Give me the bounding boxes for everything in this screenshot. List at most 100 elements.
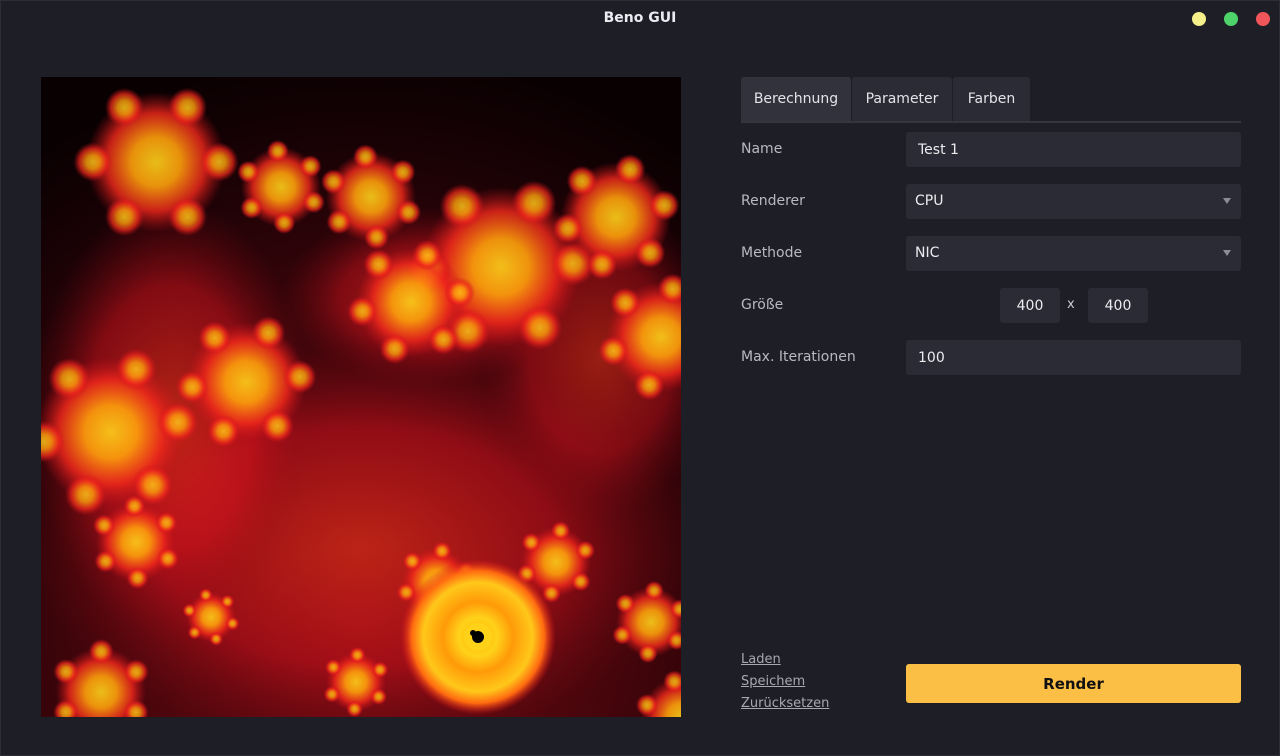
fractal-spiral-arm bbox=[566, 165, 598, 197]
fractal-spiral-arm bbox=[432, 541, 452, 561]
fractal-canvas bbox=[41, 77, 681, 717]
size-width-field[interactable] bbox=[1000, 288, 1060, 323]
fractal-spiral-arm bbox=[371, 661, 389, 679]
method-label: Methode bbox=[741, 245, 803, 261]
size-height-field[interactable] bbox=[1088, 288, 1148, 323]
fractal-spiral-arm bbox=[260, 409, 295, 443]
fractal-spiral-arm bbox=[123, 659, 149, 685]
fractal-spiral-arm bbox=[73, 142, 113, 182]
fractal-spiral-arm bbox=[155, 511, 178, 534]
renderer-value: CPU bbox=[915, 193, 944, 209]
fractal-spiral-arm bbox=[570, 571, 591, 592]
fractal-spiral-arm bbox=[53, 658, 79, 685]
close-button[interactable] bbox=[1256, 12, 1270, 26]
save-link[interactable]: Speichem bbox=[741, 674, 805, 689]
size-separator: x bbox=[1067, 297, 1075, 312]
fractal-spiral-arm bbox=[346, 295, 378, 327]
fractal-spiral-arm bbox=[198, 588, 213, 603]
fractal-spiral-arm bbox=[206, 414, 241, 448]
fractal-spiral-arm bbox=[104, 87, 145, 128]
reset-link[interactable]: Zurücksetzen bbox=[741, 696, 829, 711]
fractal-spiral-arm bbox=[614, 154, 646, 185]
name-label: Name bbox=[741, 141, 783, 157]
fractal-spiral-arm bbox=[209, 631, 224, 646]
fractal-spiral-arm bbox=[635, 693, 659, 717]
load-link[interactable]: Laden bbox=[741, 652, 781, 667]
fractal-spiral-arm bbox=[598, 335, 629, 367]
fractal-spiral-arm bbox=[251, 316, 286, 350]
fractal-spiral-arm bbox=[633, 369, 665, 401]
fractal-spiral-arm bbox=[273, 211, 296, 235]
fractal-spiral-arm bbox=[439, 184, 485, 229]
fractal-spiral-arm bbox=[220, 594, 235, 609]
fractal-spiral-arm bbox=[237, 160, 260, 184]
tab-bar: Berechnung Parameter Farben bbox=[741, 77, 1241, 123]
iterations-field[interactable] bbox=[906, 340, 1241, 375]
tab-berechnung[interactable]: Berechnung bbox=[741, 77, 851, 121]
fractal-spiral-arm bbox=[88, 638, 114, 665]
fractal-minibrot-head bbox=[470, 630, 476, 636]
method-value: NIC bbox=[915, 245, 940, 261]
fractal-spiral-arm bbox=[197, 321, 232, 355]
fractal-spiral-arm bbox=[167, 87, 208, 128]
fractal-spiral-arm bbox=[612, 625, 633, 645]
fractal-spiral-arm bbox=[395, 199, 422, 225]
fractal-spiral-arm bbox=[609, 287, 641, 319]
iterations-label: Max. Iterationen bbox=[741, 349, 856, 365]
fractal-spiral-arm bbox=[64, 473, 107, 516]
fractal-spiral-arm bbox=[182, 603, 197, 618]
fractal-spiral-arm bbox=[123, 494, 146, 518]
fractal-spiral-arm bbox=[240, 196, 263, 219]
fractal-spiral-arm bbox=[326, 209, 352, 235]
tab-parameter[interactable]: Parameter bbox=[852, 77, 952, 121]
fractal-spiral-arm bbox=[402, 551, 423, 572]
fractal-spiral-arm bbox=[320, 169, 347, 195]
method-select[interactable]: NIC bbox=[906, 236, 1241, 271]
fractal-spiral-arm bbox=[370, 688, 388, 706]
chevron-down-icon bbox=[1223, 250, 1231, 256]
render-button[interactable]: Render bbox=[906, 664, 1241, 703]
fractal-spiral-arm bbox=[156, 401, 199, 444]
fractal-spiral-arm bbox=[638, 643, 658, 664]
titlebar[interactable]: Beno GUI bbox=[1, 1, 1279, 37]
size-label: Größe bbox=[741, 297, 784, 313]
fractal-spiral-arm bbox=[104, 196, 145, 237]
fractal-spiral-arm bbox=[115, 348, 158, 391]
fractal-spiral-arm bbox=[411, 239, 443, 271]
fractal-spiral-arm bbox=[48, 357, 91, 400]
fractal-spiral-arm bbox=[427, 324, 459, 355]
fractal-spiral-arm bbox=[323, 685, 341, 703]
fractal-spiral-arm bbox=[282, 360, 317, 394]
fractal-spiral-arm bbox=[156, 547, 180, 570]
fractal-spiral-arm bbox=[363, 249, 395, 280]
minimize-button[interactable] bbox=[1192, 12, 1206, 26]
fractal-spiral-arm bbox=[92, 514, 116, 537]
fractal-spiral-arm bbox=[517, 305, 563, 350]
name-field[interactable] bbox=[906, 132, 1241, 167]
fractal-spiral-arm bbox=[199, 142, 239, 182]
fractal-spiral-arm bbox=[225, 616, 240, 631]
fractal-spiral-arm bbox=[352, 144, 379, 170]
fractal-spiral-arm bbox=[302, 190, 325, 214]
fractal-spiral-arm bbox=[615, 593, 636, 614]
fractal-spiral-arm bbox=[94, 550, 117, 573]
fractal-spiral-arm bbox=[379, 333, 411, 365]
app-window: Beno GUI Berechnung Parameter Farben Nam… bbox=[0, 0, 1280, 756]
window-title: Beno GUI bbox=[603, 10, 677, 26]
maximize-button[interactable] bbox=[1224, 12, 1238, 26]
renderer-label: Renderer bbox=[741, 193, 805, 209]
fractal-spiral-arm bbox=[575, 540, 596, 561]
fractal-spiral-arm bbox=[521, 532, 542, 553]
fractal-spiral-arm bbox=[390, 159, 416, 185]
fractal-spiral-arm bbox=[175, 370, 210, 404]
fractal-spiral-arm bbox=[187, 625, 202, 640]
fractal-spiral-arm bbox=[552, 213, 584, 244]
tab-farben[interactable]: Farben bbox=[953, 77, 1030, 121]
renderer-select[interactable]: CPU bbox=[906, 184, 1241, 219]
fractal-spiral-arm bbox=[324, 658, 342, 676]
fractal-spiral-arm bbox=[167, 196, 208, 237]
fractal-spiral-arm bbox=[444, 277, 476, 309]
fractal-spiral-arm bbox=[648, 190, 680, 221]
fractal-spiral-arm bbox=[346, 700, 364, 717]
fractal-spiral-arm bbox=[644, 580, 664, 601]
